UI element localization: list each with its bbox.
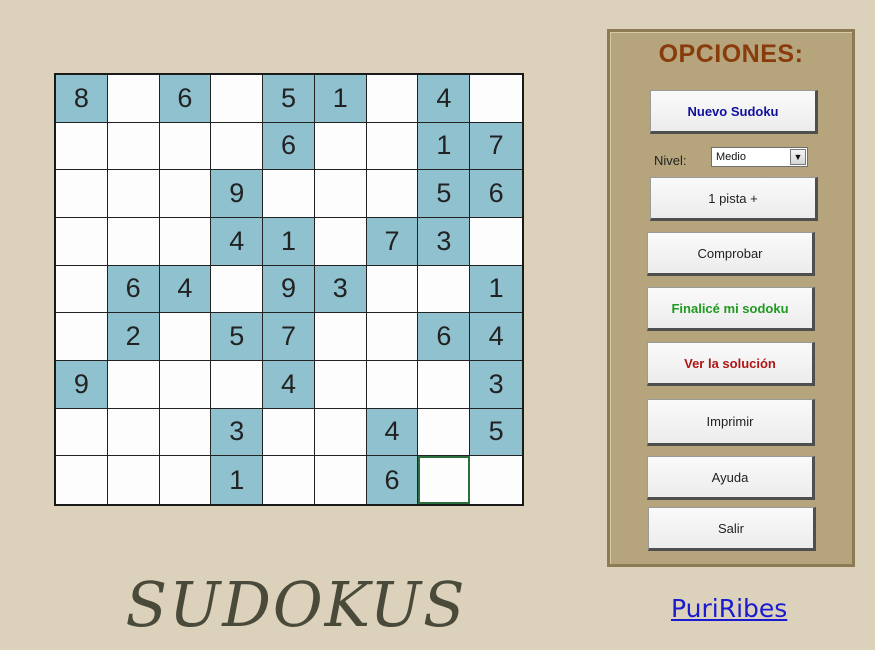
sudoku-cell[interactable] — [107, 456, 160, 504]
sudoku-cell[interactable]: 9 — [263, 265, 315, 314]
sudoku-cell[interactable] — [56, 313, 108, 361]
sudoku-cell[interactable]: 7 — [263, 313, 315, 361]
sudoku-cell[interactable]: 4 — [159, 265, 212, 314]
sudoku-cell[interactable] — [211, 75, 264, 123]
print-button[interactable]: Imprimir — [647, 399, 815, 446]
sudoku-cell[interactable] — [314, 122, 367, 171]
sudoku-cell[interactable]: 7 — [470, 122, 522, 171]
sudoku-cell[interactable]: 3 — [470, 361, 522, 409]
sudoku-cell[interactable] — [418, 408, 471, 457]
sudoku-cell[interactable] — [366, 313, 419, 361]
sudoku-cell[interactable]: 2 — [107, 313, 160, 361]
sudoku-cell[interactable] — [211, 265, 264, 314]
sudoku-cell[interactable]: 6 — [263, 122, 315, 171]
sudoku-cell[interactable] — [56, 122, 108, 171]
sudoku-cell[interactable] — [366, 122, 419, 171]
sudoku-cell[interactable] — [107, 218, 160, 266]
level-select-value: Medio — [716, 151, 746, 163]
sudoku-cell[interactable] — [470, 218, 522, 266]
sudoku-cell[interactable]: 9 — [56, 361, 108, 409]
sudoku-cell[interactable] — [314, 408, 367, 457]
sudoku-cell[interactable] — [470, 456, 522, 504]
sudoku-cell[interactable] — [159, 313, 212, 361]
sudoku-cell[interactable] — [159, 456, 212, 504]
sudoku-cell[interactable] — [211, 122, 264, 171]
sudoku-cell[interactable] — [159, 122, 212, 171]
sudoku-cell[interactable]: 7 — [366, 218, 419, 266]
sudoku-cell[interactable]: 4 — [366, 408, 419, 457]
sudoku-cell[interactable]: 3 — [211, 408, 264, 457]
sudoku-cell[interactable]: 6 — [366, 456, 419, 504]
sudoku-cell[interactable] — [56, 265, 108, 314]
sudoku-cell[interactable] — [366, 265, 419, 314]
level-label: Nivel: — [654, 153, 687, 168]
sudoku-cell[interactable]: 1 — [470, 265, 522, 314]
sudoku-cell[interactable] — [314, 361, 367, 409]
options-panel: OPCIONES: Nuevo Sudoku Nivel: Medio ▼ 1 … — [607, 29, 855, 567]
sudoku-cell[interactable]: 5 — [211, 313, 264, 361]
sudoku-cell[interactable] — [314, 313, 367, 361]
sudoku-cell[interactable]: 5 — [470, 408, 522, 457]
sudoku-cell[interactable] — [314, 456, 367, 504]
sudoku-cell[interactable]: 6 — [470, 170, 522, 218]
sudoku-cell[interactable] — [314, 218, 367, 266]
sudoku-cell[interactable]: 6 — [159, 75, 212, 123]
hint-button[interactable]: 1 pista + — [650, 177, 818, 221]
sudoku-cell[interactable]: 4 — [263, 361, 315, 409]
sudoku-cell[interactable] — [263, 408, 315, 457]
sudoku-cell[interactable]: 1 — [263, 218, 315, 266]
new-sudoku-button[interactable]: Nuevo Sudoku — [650, 90, 818, 134]
sudokus-logo-title: SUDOKUS — [125, 568, 467, 641]
sudoku-cell[interactable]: 6 — [418, 313, 471, 361]
sudoku-cell[interactable] — [56, 170, 108, 218]
sudoku-cell[interactable] — [159, 408, 212, 457]
sudoku-cell[interactable]: 4 — [470, 313, 522, 361]
help-button[interactable]: Ayuda — [647, 456, 815, 500]
sudoku-cell[interactable] — [107, 75, 160, 123]
sudoku-cell[interactable] — [107, 408, 160, 457]
sudoku-cell[interactable] — [263, 170, 315, 218]
author-link[interactable]: PuriRibes — [671, 594, 787, 623]
options-title: OPCIONES: — [658, 40, 804, 68]
sudoku-cell[interactable] — [56, 456, 108, 504]
sudoku-cell[interactable] — [107, 170, 160, 218]
sudoku-cell[interactable]: 4 — [418, 75, 471, 123]
sudoku-cell[interactable]: 4 — [211, 218, 264, 266]
sudoku-cell[interactable]: 1 — [211, 456, 264, 504]
sudoku-cell[interactable] — [418, 361, 471, 409]
sudoku-cell[interactable] — [418, 456, 471, 504]
sudoku-cell[interactable]: 8 — [56, 75, 108, 123]
level-select[interactable]: Medio ▼ — [711, 147, 808, 167]
sudoku-cell[interactable] — [56, 218, 108, 266]
chevron-down-icon[interactable]: ▼ — [790, 149, 806, 165]
sudoku-cell[interactable]: 3 — [314, 265, 367, 314]
sudoku-cell[interactable] — [56, 408, 108, 457]
sudoku-cell[interactable]: 9 — [211, 170, 264, 218]
sudoku-cell[interactable] — [159, 218, 212, 266]
exit-button[interactable]: Salir — [648, 507, 816, 551]
sudoku-board: 865146179564173649312576494334516 — [54, 73, 524, 506]
check-button[interactable]: Comprobar — [647, 232, 815, 276]
sudoku-cell[interactable] — [418, 265, 471, 314]
sudoku-cell[interactable]: 1 — [314, 75, 367, 123]
sudoku-cell[interactable] — [470, 75, 522, 123]
sudoku-page: 865146179564173649312576494334516 OPCION… — [0, 0, 875, 650]
sudoku-cell[interactable] — [366, 170, 419, 218]
sudoku-cell[interactable] — [107, 122, 160, 171]
sudoku-cell[interactable] — [366, 361, 419, 409]
show-solution-button[interactable]: Ver la solución — [647, 342, 815, 386]
sudoku-cell[interactable] — [314, 170, 367, 218]
sudoku-cell[interactable]: 3 — [418, 218, 471, 266]
sudoku-cell[interactable] — [263, 456, 315, 504]
sudoku-cell[interactable] — [211, 361, 264, 409]
finish-sudoku-button[interactable]: Finalicé mi sodoku — [647, 287, 815, 331]
sudoku-cell[interactable] — [159, 361, 212, 409]
sudoku-cell[interactable]: 5 — [263, 75, 315, 123]
sudoku-cell[interactable]: 5 — [418, 170, 471, 218]
sudoku-cell[interactable]: 6 — [107, 265, 160, 314]
sudoku-cell[interactable]: 1 — [418, 122, 471, 171]
sudoku-cell[interactable] — [366, 75, 419, 123]
sudoku-cell[interactable] — [159, 170, 212, 218]
sudoku-cell[interactable] — [107, 361, 160, 409]
